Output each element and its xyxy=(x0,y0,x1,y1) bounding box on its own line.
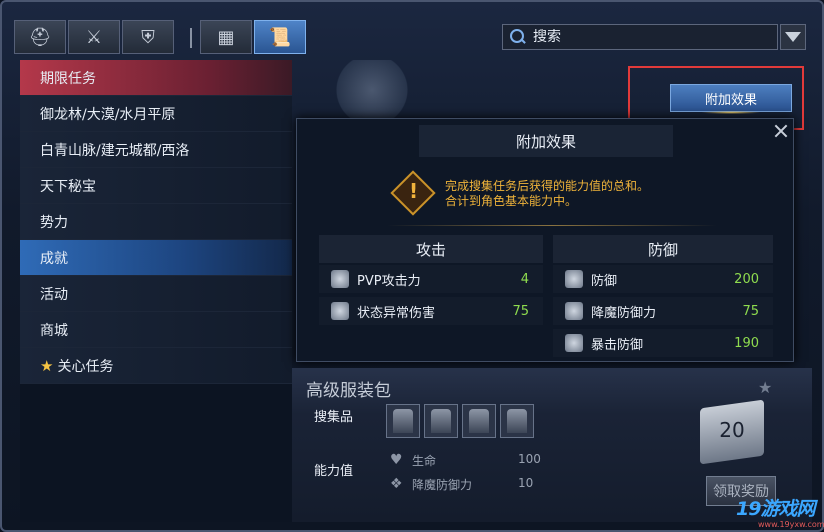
close-icon[interactable] xyxy=(773,123,789,139)
stat-value: 190 xyxy=(734,335,759,351)
costume-slot[interactable] xyxy=(386,404,420,438)
costume-slot[interactable] xyxy=(500,404,534,438)
top-bar: ⛑ ⚔ ⛨ ▦ 📜 xyxy=(14,20,814,54)
sidebar-item-event[interactable]: 活动 xyxy=(20,276,292,312)
ability-value: 10 xyxy=(518,476,534,490)
costume-slot[interactable] xyxy=(462,404,496,438)
sidebar-item-shop[interactable]: 商城 xyxy=(20,312,292,348)
bonus-effect-popup: 附加效果 ! 完成搜集任务后获得的能力值的总和。 合计到角色基本能力中。 攻击 … xyxy=(296,118,794,362)
search-input[interactable] xyxy=(533,29,763,45)
stat-label: 状态异常伤害 xyxy=(357,305,436,321)
sidebar-item-label: 天下秘宝 xyxy=(40,178,96,195)
ability-name: 降魔防御力 xyxy=(412,478,473,492)
sidebar-item-treasure[interactable]: 天下秘宝 xyxy=(20,168,292,204)
pvp-attack-icon xyxy=(331,270,349,288)
filter-button[interactable] xyxy=(780,24,806,50)
stat-label: 降魔防御力 xyxy=(591,305,657,321)
stat-label: 防御 xyxy=(591,273,618,289)
sidebar-item-label: 御龙林/大漠/水月平原 xyxy=(40,106,176,123)
sidebar-item-label: 活动 xyxy=(40,286,68,303)
sidebar-item-label: 势力 xyxy=(40,214,68,231)
favorite-star-icon[interactable]: ★ xyxy=(758,378,772,397)
collect-label: 搜集品 xyxy=(314,410,354,425)
costume-slot[interactable] xyxy=(424,404,458,438)
scroll-icon: 📜 xyxy=(268,26,292,48)
tab-film[interactable]: ▦ xyxy=(200,20,252,54)
costume-card: 高级服装包 ★ 搜集品 能力值 ♥ 生命 100 ❖ 降魔防御力 10 20 领… xyxy=(292,368,812,522)
sword-icon: ⚔ xyxy=(85,26,103,48)
sidebar: 期限任务 御龙林/大漠/水月平原 白青山脉/建元城都/西洛 天下秘宝 势力 成就… xyxy=(20,60,292,522)
sidebar-item-region-2[interactable]: 白青山脉/建元城都/西洛 xyxy=(20,132,292,168)
stat-row: 暴击防御 190 xyxy=(553,329,773,357)
description-line: 完成搜集任务后获得的能力值的总和。 xyxy=(445,179,650,193)
sidebar-item-label: 期限任务 xyxy=(40,70,96,87)
demon-defense-icon xyxy=(565,302,583,320)
film-icon: ▦ xyxy=(217,26,235,48)
sidebar-item-faction[interactable]: 势力 xyxy=(20,204,292,240)
sidebar-item-label: 商城 xyxy=(40,322,68,339)
tab-helmet[interactable]: ⛑ xyxy=(14,20,66,54)
divider xyxy=(387,225,717,226)
star-icon: ★ xyxy=(40,356,54,375)
heart-icon: ♥ xyxy=(390,452,403,468)
main-panel: 附加效果 附加效果 ! 完成搜集任务后获得的能力值的总和。 合计到角色基本能力中… xyxy=(292,60,812,522)
crit-defense-icon xyxy=(565,334,583,352)
tab-sword[interactable]: ⚔ xyxy=(68,20,120,54)
stat-value: 75 xyxy=(742,303,759,319)
attack-header: 攻击 xyxy=(319,235,543,263)
scroll-emblem-icon xyxy=(332,60,412,120)
watermark-main: 19游戏网 xyxy=(736,498,815,520)
sidebar-item-label: 关心任务 xyxy=(57,358,114,375)
watermark-logo: 19游戏网 www.19yxw.com xyxy=(736,494,824,530)
popup-description: 完成搜集任务后获得的能力值的总和。 合计到角色基本能力中。 xyxy=(445,179,649,209)
helmet-icon: ⛑ xyxy=(28,26,52,48)
warning-mark: ! xyxy=(409,179,419,203)
stat-row: 降魔防御力 75 xyxy=(553,297,773,325)
stat-label: 暴击防御 xyxy=(591,337,644,353)
costume-title: 高级服装包 xyxy=(306,381,391,401)
stat-value: 4 xyxy=(520,271,529,287)
sidebar-item-label: 白青山脉/建元城都/西洛 xyxy=(40,142,190,159)
stat-label: PVP攻击力 xyxy=(357,273,421,289)
search-icon xyxy=(509,28,527,46)
window-frame: ⛑ ⚔ ⛨ ▦ 📜 期限任务 御龙林/大漠/水月平原 白青山脉/建元城都/西洛 … xyxy=(0,0,824,532)
ability-name: 生命 xyxy=(412,454,437,468)
sidebar-item-watched-quest[interactable]: ★ 关心任务 xyxy=(20,348,292,384)
ability-label: 能力值 xyxy=(314,464,354,479)
popup-title: 附加效果 xyxy=(419,125,673,157)
stat-value: 75 xyxy=(512,303,529,319)
filter-icon xyxy=(785,32,801,42)
sidebar-item-achievement[interactable]: 成就 xyxy=(20,240,292,276)
collection-book: 20 xyxy=(694,398,770,470)
sidebar-item-limited-quest[interactable]: 期限任务 xyxy=(20,60,292,96)
stat-value: 200 xyxy=(734,271,759,287)
search-box xyxy=(502,24,778,50)
book-count: 20 xyxy=(719,418,745,442)
sidebar-item-region-1[interactable]: 御龙林/大漠/水月平原 xyxy=(20,96,292,132)
tab-armor[interactable]: ⛨ xyxy=(122,20,174,54)
tab-divider xyxy=(190,28,192,48)
watermark-sub: www.19yxw.com xyxy=(758,520,824,529)
ability-value: 100 xyxy=(518,452,541,466)
status-damage-icon xyxy=(331,302,349,320)
tab-collection[interactable]: 📜 xyxy=(254,20,306,54)
stat-row: 防御 200 xyxy=(553,265,773,293)
demon-defense-icon: ❖ xyxy=(390,476,403,492)
armor-icon: ⛨ xyxy=(141,26,155,48)
description-line: 合计到角色基本能力中。 xyxy=(445,194,578,208)
stat-row: PVP攻击力 4 xyxy=(319,265,543,293)
sidebar-item-label: 成就 xyxy=(40,250,68,267)
defense-header: 防御 xyxy=(553,235,773,263)
defense-shield-icon xyxy=(565,270,583,288)
stat-row: 状态异常伤害 75 xyxy=(319,297,543,325)
